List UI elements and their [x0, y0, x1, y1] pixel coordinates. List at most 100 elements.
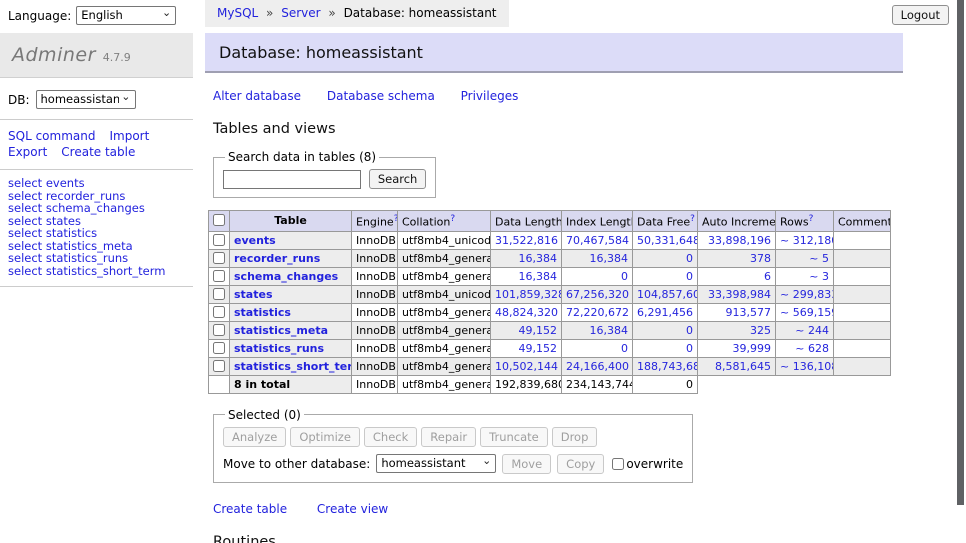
breadcrumb-mysql-link[interactable]: MySQL	[217, 6, 258, 20]
help-icon[interactable]: ?	[450, 214, 455, 224]
app-name: Adminer	[12, 44, 96, 66]
auto-increment-value[interactable]: 33,398,984	[698, 285, 776, 303]
index-length-value[interactable]: 0	[562, 339, 633, 357]
select-all-checkbox[interactable]	[213, 214, 225, 226]
app-version-link[interactable]: 4.7.9	[103, 51, 131, 64]
data-free-value[interactable]: 104,857,600	[633, 285, 698, 303]
data-free-value[interactable]: 50,331,648	[633, 231, 698, 249]
data-free-value[interactable]: 6,291,456	[633, 303, 698, 321]
drop-button[interactable]: Drop	[552, 427, 598, 447]
data-length-value[interactable]: 49,152	[491, 339, 562, 357]
analyze-button[interactable]: Analyze	[223, 427, 286, 447]
data-length-value[interactable]: 16,384	[491, 267, 562, 285]
auto-increment-value[interactable]: 913,577	[698, 303, 776, 321]
data-free-value[interactable]: 0	[633, 321, 698, 339]
rows-count-value[interactable]: ~ 244	[776, 321, 834, 339]
rows-count-value[interactable]: ~ 628	[776, 339, 834, 357]
table-name-link[interactable]: states	[234, 288, 273, 301]
rows-count-value[interactable]: ~ 136,108	[776, 357, 834, 375]
sidebar-item-select-schema-changes[interactable]: select schema_changes	[8, 202, 185, 215]
row-checkbox[interactable]	[213, 234, 225, 246]
move-db-select[interactable]: homeassistant	[376, 454, 496, 473]
sidebar: Language: English Adminer 4.7.9 DB: home…	[0, 0, 193, 543]
rows-count-value[interactable]: ~ 299,833	[776, 285, 834, 303]
data-length-value[interactable]: 49,152	[491, 321, 562, 339]
copy-button[interactable]: Copy	[557, 454, 604, 474]
rows-count-value[interactable]: ~ 569,159	[776, 303, 834, 321]
comment-cell	[834, 321, 891, 339]
sidebar-item-select-events[interactable]: select events	[8, 177, 185, 190]
auto-increment-value[interactable]: 378	[698, 249, 776, 267]
overwrite-option: overwrite	[612, 457, 683, 471]
alter-database-link[interactable]: Alter database	[213, 89, 301, 103]
auto-increment-value[interactable]: 6	[698, 267, 776, 285]
table-name-link[interactable]: statistics_runs	[234, 342, 324, 355]
privileges-link[interactable]: Privileges	[461, 89, 519, 103]
repair-button[interactable]: Repair	[421, 427, 476, 447]
auto-increment-value[interactable]: 8,581,645	[698, 357, 776, 375]
sidebar-export-link[interactable]: Export	[8, 145, 47, 159]
overwrite-checkbox[interactable]	[612, 458, 624, 470]
rows-count-value[interactable]: ~ 3	[776, 267, 834, 285]
data-free-value[interactable]: 188,743,680	[633, 357, 698, 375]
row-checkbox[interactable]	[213, 270, 225, 282]
truncate-button[interactable]: Truncate	[480, 427, 548, 447]
row-checkbox[interactable]	[213, 342, 225, 354]
sidebar-sql-command-link[interactable]: SQL command	[8, 129, 95, 143]
row-checkbox[interactable]	[213, 288, 225, 300]
row-checkbox[interactable]	[213, 252, 225, 264]
data-length-value[interactable]: 48,824,320	[491, 303, 562, 321]
sidebar-item-select-statistics-runs[interactable]: select statistics_runs	[8, 252, 185, 265]
search-input[interactable]	[223, 170, 361, 189]
data-free-value[interactable]: 0	[633, 267, 698, 285]
sidebar-item-select-statistics[interactable]: select statistics	[8, 227, 185, 240]
logout-button[interactable]: Logout	[892, 5, 949, 25]
index-length-value[interactable]: 0	[562, 267, 633, 285]
table-name-link[interactable]: recorder_runs	[234, 252, 320, 265]
total-data-length: 192,839,680	[491, 375, 562, 393]
index-length-value[interactable]: 24,166,400	[562, 357, 633, 375]
move-button[interactable]: Move	[502, 454, 551, 474]
optimize-button[interactable]: Optimize	[290, 427, 360, 447]
index-length-value[interactable]: 67,256,320	[562, 285, 633, 303]
breadcrumb-server-link[interactable]: Server	[281, 6, 320, 20]
table-name-link[interactable]: events	[234, 234, 276, 247]
data-free-value[interactable]: 0	[633, 339, 698, 357]
sidebar-item-select-statistics-short-term[interactable]: select statistics_short_term	[8, 265, 185, 278]
index-length-value[interactable]: 70,467,584	[562, 231, 633, 249]
table-name-link[interactable]: statistics	[234, 306, 291, 319]
index-length-value[interactable]: 16,384	[562, 321, 633, 339]
data-length-value[interactable]: 101,859,328	[491, 285, 562, 303]
overwrite-label: overwrite	[626, 457, 683, 471]
data-length-value[interactable]: 31,522,816	[491, 231, 562, 249]
auto-increment-value[interactable]: 33,898,196	[698, 231, 776, 249]
create-table-link[interactable]: Create table	[213, 502, 287, 516]
data-length-value[interactable]: 10,502,144	[491, 357, 562, 375]
sidebar-create-table-link[interactable]: Create table	[61, 145, 135, 159]
table-name-link[interactable]: statistics_meta	[234, 324, 328, 337]
data-free-value[interactable]: 0	[633, 249, 698, 267]
check-button[interactable]: Check	[364, 427, 417, 447]
vertical-scrollbar[interactable]	[957, 0, 964, 505]
language-select[interactable]: English	[76, 6, 176, 25]
row-checkbox[interactable]	[213, 360, 225, 372]
index-length-value[interactable]: 72,220,672	[562, 303, 633, 321]
sidebar-import-link[interactable]: Import	[109, 129, 149, 143]
db-select[interactable]: homeassistant	[36, 90, 136, 109]
row-checkbox[interactable]	[213, 306, 225, 318]
rows-count-value[interactable]: ~ 312,180	[776, 231, 834, 249]
auto-increment-value[interactable]: 39,999	[698, 339, 776, 357]
database-schema-link[interactable]: Database schema	[327, 89, 435, 103]
row-checkbox[interactable]	[213, 324, 225, 336]
help-icon[interactable]: ?	[809, 214, 814, 224]
index-length-value[interactable]: 16,384	[562, 249, 633, 267]
help-icon[interactable]: ?	[690, 214, 695, 224]
help-icon[interactable]: ?	[394, 214, 398, 224]
table-name-link[interactable]: schema_changes	[234, 270, 338, 283]
data-length-value[interactable]: 16,384	[491, 249, 562, 267]
auto-increment-value[interactable]: 325	[698, 321, 776, 339]
rows-count-value[interactable]: ~ 5	[776, 249, 834, 267]
table-name-link[interactable]: statistics_short_term	[234, 360, 352, 373]
create-view-link[interactable]: Create view	[317, 502, 388, 516]
search-button[interactable]: Search	[369, 169, 427, 189]
